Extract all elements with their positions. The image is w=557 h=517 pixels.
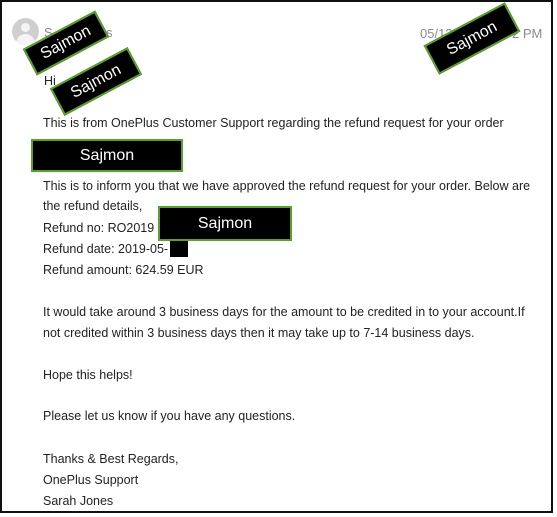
closing-line-2: OnePlus Support xyxy=(43,473,139,487)
closing-line-3: Sarah Jones xyxy=(43,494,114,508)
refund-amount: Refund amount: 624.59 EUR xyxy=(43,263,204,277)
questions-text: Please let us know if you have any quest… xyxy=(43,409,296,423)
email-view: S s 05/12 2 PM Hi This is from OnePlus C… xyxy=(0,0,553,513)
timing-text-line-2: not credited within 3 business days then… xyxy=(43,326,475,340)
refund-date: Refund date: 2019-05- xyxy=(43,242,169,256)
timing-text-line-1: It would take around 3 business days for… xyxy=(43,305,525,319)
watermark-tag: Sajmon xyxy=(423,2,521,75)
avatar-icon xyxy=(12,18,39,45)
watermark-tag: Sajmon xyxy=(31,139,183,172)
redaction-box xyxy=(170,240,188,257)
inform-text-line-1: This is to inform you that we have appro… xyxy=(43,179,531,193)
hope-text: Hope this helps! xyxy=(43,368,133,382)
refund-number: Refund no: RO2019 xyxy=(43,221,155,235)
watermark-tag: Sajmon xyxy=(158,206,292,241)
closing-line-1: Thanks & Best Regards, xyxy=(43,452,179,466)
intro-text: This is from OnePlus Customer Support re… xyxy=(43,116,504,130)
inform-text-line-2: the refund details, xyxy=(43,199,143,213)
